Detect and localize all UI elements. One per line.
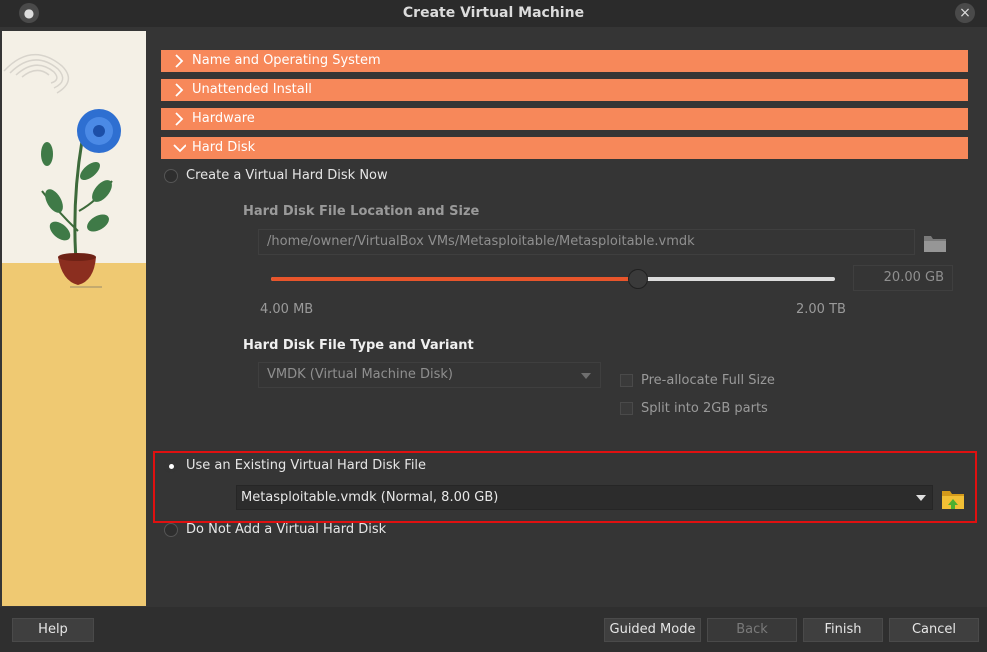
disk-size-field[interactable]: 20.00 GB bbox=[853, 265, 953, 291]
size-max-label: 2.00 TB bbox=[796, 302, 846, 317]
chevron-down-icon bbox=[173, 144, 186, 153]
guided-mode-button[interactable]: Guided Mode bbox=[604, 618, 701, 642]
chevron-right-icon bbox=[175, 83, 184, 97]
close-icon[interactable]: × bbox=[955, 3, 975, 23]
section-unattended-install[interactable]: Unattended Install bbox=[161, 79, 968, 101]
radio-existing-disk[interactable] bbox=[164, 459, 178, 473]
folder-add-icon[interactable] bbox=[940, 485, 966, 511]
section-label: Unattended Install bbox=[192, 82, 312, 97]
section-name-and-os[interactable]: Name and Operating System bbox=[161, 50, 968, 72]
disk-location-field[interactable]: /home/owner/VirtualBox VMs/Metasploitabl… bbox=[258, 229, 915, 255]
disk-size-slider-fill bbox=[271, 277, 638, 281]
existing-disk-value: Metasploitable.vmdk (Normal, 8.00 GB) bbox=[241, 490, 499, 505]
radio-create-disk[interactable] bbox=[164, 169, 178, 183]
preallocate-checkbox[interactable] bbox=[620, 374, 633, 387]
disk-type-select[interactable]: VMDK (Virtual Machine Disk) bbox=[258, 362, 601, 388]
finish-button[interactable]: Finish bbox=[803, 618, 883, 642]
preallocate-label: Pre-allocate Full Size bbox=[641, 373, 775, 388]
radio-no-disk-label: Do Not Add a Virtual Hard Disk bbox=[186, 522, 387, 537]
disk-type-value: VMDK (Virtual Machine Disk) bbox=[267, 367, 454, 382]
section-hard-disk[interactable]: Hard Disk bbox=[161, 137, 968, 159]
chevron-right-icon bbox=[175, 112, 184, 126]
cancel-button[interactable]: Cancel bbox=[889, 618, 979, 642]
radio-no-disk[interactable] bbox=[164, 523, 178, 537]
dropdown-arrow-icon bbox=[916, 495, 926, 501]
section-label: Name and Operating System bbox=[192, 53, 381, 68]
disk-size-slider-handle[interactable] bbox=[627, 269, 648, 289]
chevron-right-icon bbox=[175, 54, 184, 68]
section-label: Hard Disk bbox=[192, 140, 256, 155]
size-min-label: 4.00 MB bbox=[260, 302, 314, 317]
help-button[interactable]: Help bbox=[12, 618, 94, 642]
title-bar: ● Create Virtual Machine × bbox=[0, 0, 987, 27]
dropdown-arrow-icon bbox=[581, 373, 591, 379]
plant-illustration bbox=[3, 53, 121, 288]
location-heading: Hard Disk File Location and Size bbox=[243, 204, 480, 219]
section-hardware[interactable]: Hardware bbox=[161, 108, 968, 130]
type-heading: Hard Disk File Type and Variant bbox=[243, 338, 474, 353]
split-checkbox[interactable] bbox=[620, 402, 633, 415]
wizard-illustration bbox=[2, 31, 146, 606]
radio-create-disk-label: Create a Virtual Hard Disk Now bbox=[186, 168, 388, 183]
back-button[interactable]: Back bbox=[707, 618, 797, 642]
radio-existing-disk-label: Use an Existing Virtual Hard Disk File bbox=[186, 458, 427, 473]
section-label: Hardware bbox=[192, 111, 255, 126]
split-label: Split into 2GB parts bbox=[641, 401, 768, 416]
folder-browse-icon[interactable] bbox=[922, 230, 948, 254]
window-title: Create Virtual Machine bbox=[402, 5, 585, 21]
existing-disk-select[interactable]: Metasploitable.vmdk (Normal, 8.00 GB) bbox=[236, 485, 933, 510]
